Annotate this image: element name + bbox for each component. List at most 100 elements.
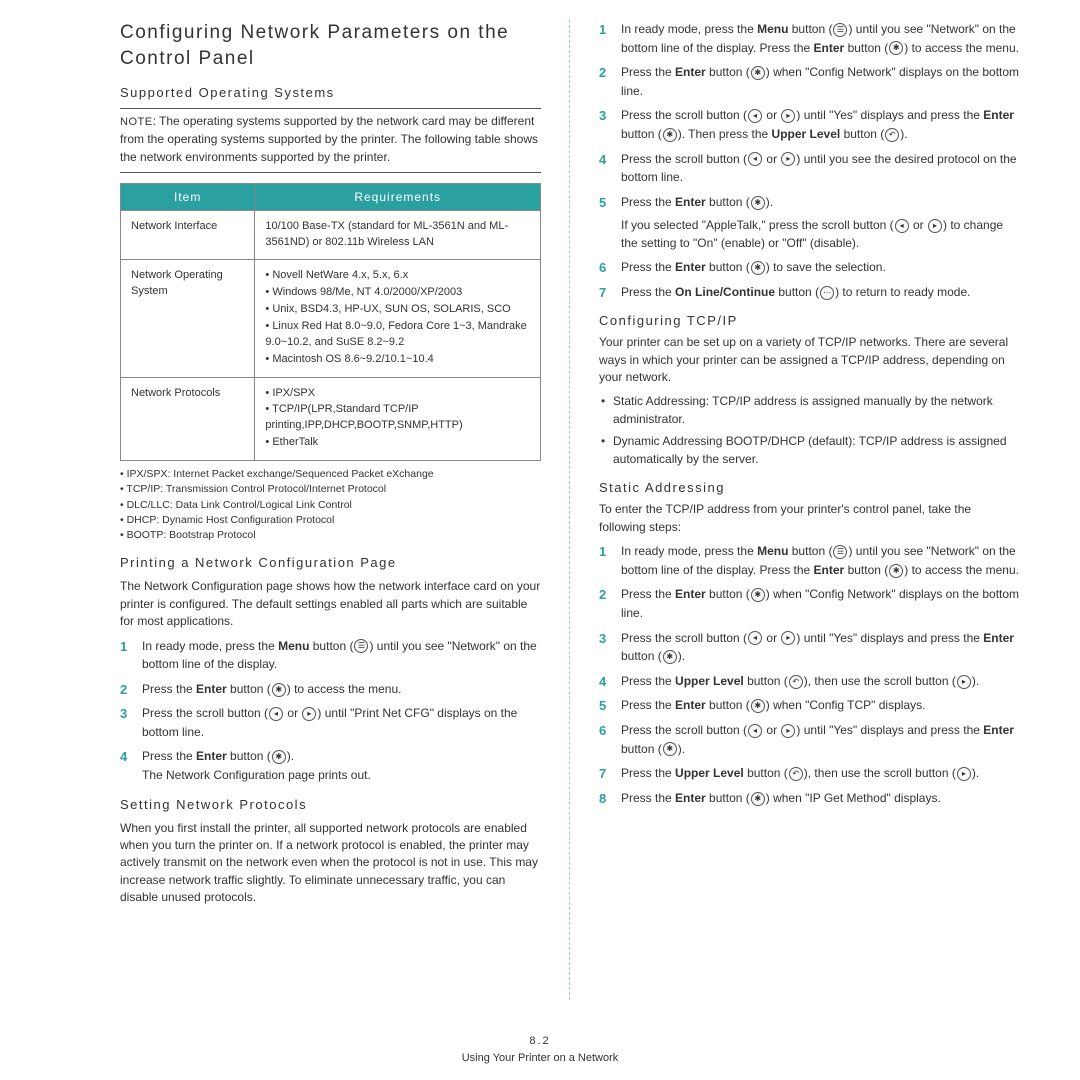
cell-item: Network Interface [121, 211, 255, 260]
menu-icon: ☰ [833, 545, 847, 559]
page-footer: 8.2 Using Your Printer on a Network [0, 1033, 1080, 1066]
step: Press the Enter button (✱) when "Config … [599, 696, 1020, 715]
step: Press the scroll button (◂ or ▸) until "… [599, 721, 1020, 758]
subhead-set-protocols: Setting Network Protocols [120, 797, 541, 812]
step: In ready mode, press the Menu button (☰)… [599, 542, 1020, 579]
step: Press the Enter button (✱).The Network C… [120, 747, 541, 784]
step: Press the Enter button (✱) when "Config … [599, 585, 1020, 622]
step: Press the Enter button (✱). If you selec… [599, 193, 1020, 252]
page-content: Configuring Network Parameters on the Co… [120, 20, 1020, 1000]
scroll-left-icon: ◂ [748, 724, 762, 738]
list-item: Macintosh OS 8.6~9.2/10.1~10.4 [265, 352, 530, 368]
enter-icon: ✱ [751, 792, 765, 806]
scroll-left-icon: ◂ [895, 219, 909, 233]
subhead-supported-os: Supported Operating Systems [120, 85, 541, 100]
scroll-right-icon: ▸ [928, 219, 942, 233]
menu-icon: ☰ [833, 23, 847, 37]
footnote: DHCP: Dynamic Host Configuration Protoco… [120, 513, 541, 528]
th-req: Requirements [255, 184, 541, 211]
note-text: : The operating systems supported by the… [120, 114, 538, 163]
list-item: EtherTalk [265, 435, 530, 451]
list-item: Windows 98/Me, NT 4.0/2000/XP/2003 [265, 285, 530, 301]
upper-level-icon: ↶ [789, 767, 803, 781]
step: Press the On Line/Continue button (⋯) to… [599, 283, 1020, 302]
enter-icon: ✱ [751, 261, 765, 275]
proto-text: When you first install the printer, all … [120, 820, 541, 907]
bullet: Dynamic Addressing BOOTP/DHCP (default):… [599, 432, 1020, 468]
table-row: Network Operating System Novell NetWare … [121, 259, 541, 377]
list-item: Novell NetWare 4.x, 5.x, 6.x [265, 268, 530, 284]
menu-icon: ☰ [354, 639, 368, 653]
scroll-right-icon: ▸ [781, 631, 795, 645]
scroll-left-icon: ◂ [748, 109, 762, 123]
list-item: IPX/SPX [265, 386, 530, 402]
scroll-right-icon: ▸ [957, 767, 971, 781]
step: Press the Upper Level button (↶), then u… [599, 764, 1020, 783]
list-item: Unix, BSD4.3, HP-UX, SUN OS, SOLARIS, SC… [265, 302, 530, 318]
footnote: BOOTP: Bootstrap Protocol [120, 528, 541, 543]
main-heading: Configuring Network Parameters on the Co… [120, 20, 541, 71]
proto-steps: In ready mode, press the Menu button (☰)… [599, 20, 1020, 301]
step: Press the scroll button (◂ or ▸) until "… [120, 704, 541, 741]
scroll-left-icon: ◂ [748, 152, 762, 166]
th-item: Item [121, 184, 255, 211]
step: Press the scroll button (◂ or ▸) until "… [599, 106, 1020, 143]
scroll-right-icon: ▸ [302, 707, 316, 721]
enter-icon: ✱ [663, 128, 677, 142]
enter-icon: ✱ [751, 66, 765, 80]
column-divider [569, 20, 571, 1000]
cell-item: Network Operating System [121, 259, 255, 377]
footer-title: Using Your Printer on a Network [462, 1052, 619, 1064]
scroll-right-icon: ▸ [957, 675, 971, 689]
scroll-right-icon: ▸ [781, 152, 795, 166]
scroll-right-icon: ▸ [781, 109, 795, 123]
cell-req: Novell NetWare 4.x, 5.x, 6.x Windows 98/… [255, 259, 541, 377]
note-label: NOTE [120, 116, 153, 128]
step: Press the scroll button (◂ or ▸) until "… [599, 629, 1020, 666]
rule [120, 108, 541, 109]
cell-req: 10/100 Base-TX (standard for ML-3561N an… [255, 211, 541, 260]
enter-icon: ✱ [272, 750, 286, 764]
subhead-static: Static Addressing [599, 480, 1020, 495]
upper-level-icon: ↶ [789, 675, 803, 689]
enter-icon: ✱ [751, 588, 765, 602]
table-row: Network Protocols IPX/SPX TCP/IP(LPR,Sta… [121, 377, 541, 461]
enter-icon: ✱ [751, 699, 765, 713]
requirements-table: Item Requirements Network Interface 10/1… [120, 183, 541, 461]
enter-icon: ✱ [272, 683, 286, 697]
tcp-bullets: Static Addressing: TCP/IP address is ass… [599, 392, 1020, 468]
enter-icon: ✱ [663, 742, 677, 756]
static-intro: To enter the TCP/IP address from your pr… [599, 501, 1020, 536]
list-item: Linux Red Hat 8.0~9.0, Fedora Core 1~3, … [265, 319, 530, 351]
table-row: Network Interface 10/100 Base-TX (standa… [121, 211, 541, 260]
enter-icon: ✱ [889, 41, 903, 55]
step: Press the Upper Level button (↶), then u… [599, 672, 1020, 691]
list-item: TCP/IP(LPR,Standard TCP/IP printing,IPP,… [265, 402, 530, 434]
enter-icon: ✱ [751, 196, 765, 210]
subhead-print-config: Printing a Network Configuration Page [120, 555, 541, 570]
bullet: Static Addressing: TCP/IP address is ass… [599, 392, 1020, 428]
online-icon: ⋯ [820, 286, 834, 300]
scroll-left-icon: ◂ [269, 707, 283, 721]
rule [120, 172, 541, 173]
upper-level-icon: ↶ [885, 128, 899, 142]
note-paragraph: NOTE: The operating systems supported by… [120, 113, 541, 166]
right-column: In ready mode, press the Menu button (☰)… [599, 20, 1020, 1000]
step: Press the Enter button (✱) to save the s… [599, 258, 1020, 277]
cell-item: Network Protocols [121, 377, 255, 461]
step: Press the Enter button (✱) to access the… [120, 680, 541, 699]
print-intro: The Network Configuration page shows how… [120, 578, 541, 630]
scroll-left-icon: ◂ [748, 631, 762, 645]
left-column: Configuring Network Parameters on the Co… [120, 20, 541, 1000]
footnote: TCP/IP: Transmission Control Protocol/In… [120, 482, 541, 497]
static-steps: In ready mode, press the Menu button (☰)… [599, 542, 1020, 807]
footnote: IPX/SPX: Internet Packet exchange/Sequen… [120, 467, 541, 482]
step: In ready mode, press the Menu button (☰)… [120, 637, 541, 674]
page-number: 8.2 [529, 1035, 550, 1047]
footnote: DLC/LLC: Data Link Control/Logical Link … [120, 498, 541, 513]
scroll-right-icon: ▸ [781, 724, 795, 738]
step: Press the scroll button (◂ or ▸) until y… [599, 150, 1020, 187]
step: Press the Enter button (✱) when "IP Get … [599, 789, 1020, 808]
appletalk-note: If you selected "AppleTalk," press the s… [621, 217, 1020, 252]
footnotes: IPX/SPX: Internet Packet exchange/Sequen… [120, 467, 541, 543]
